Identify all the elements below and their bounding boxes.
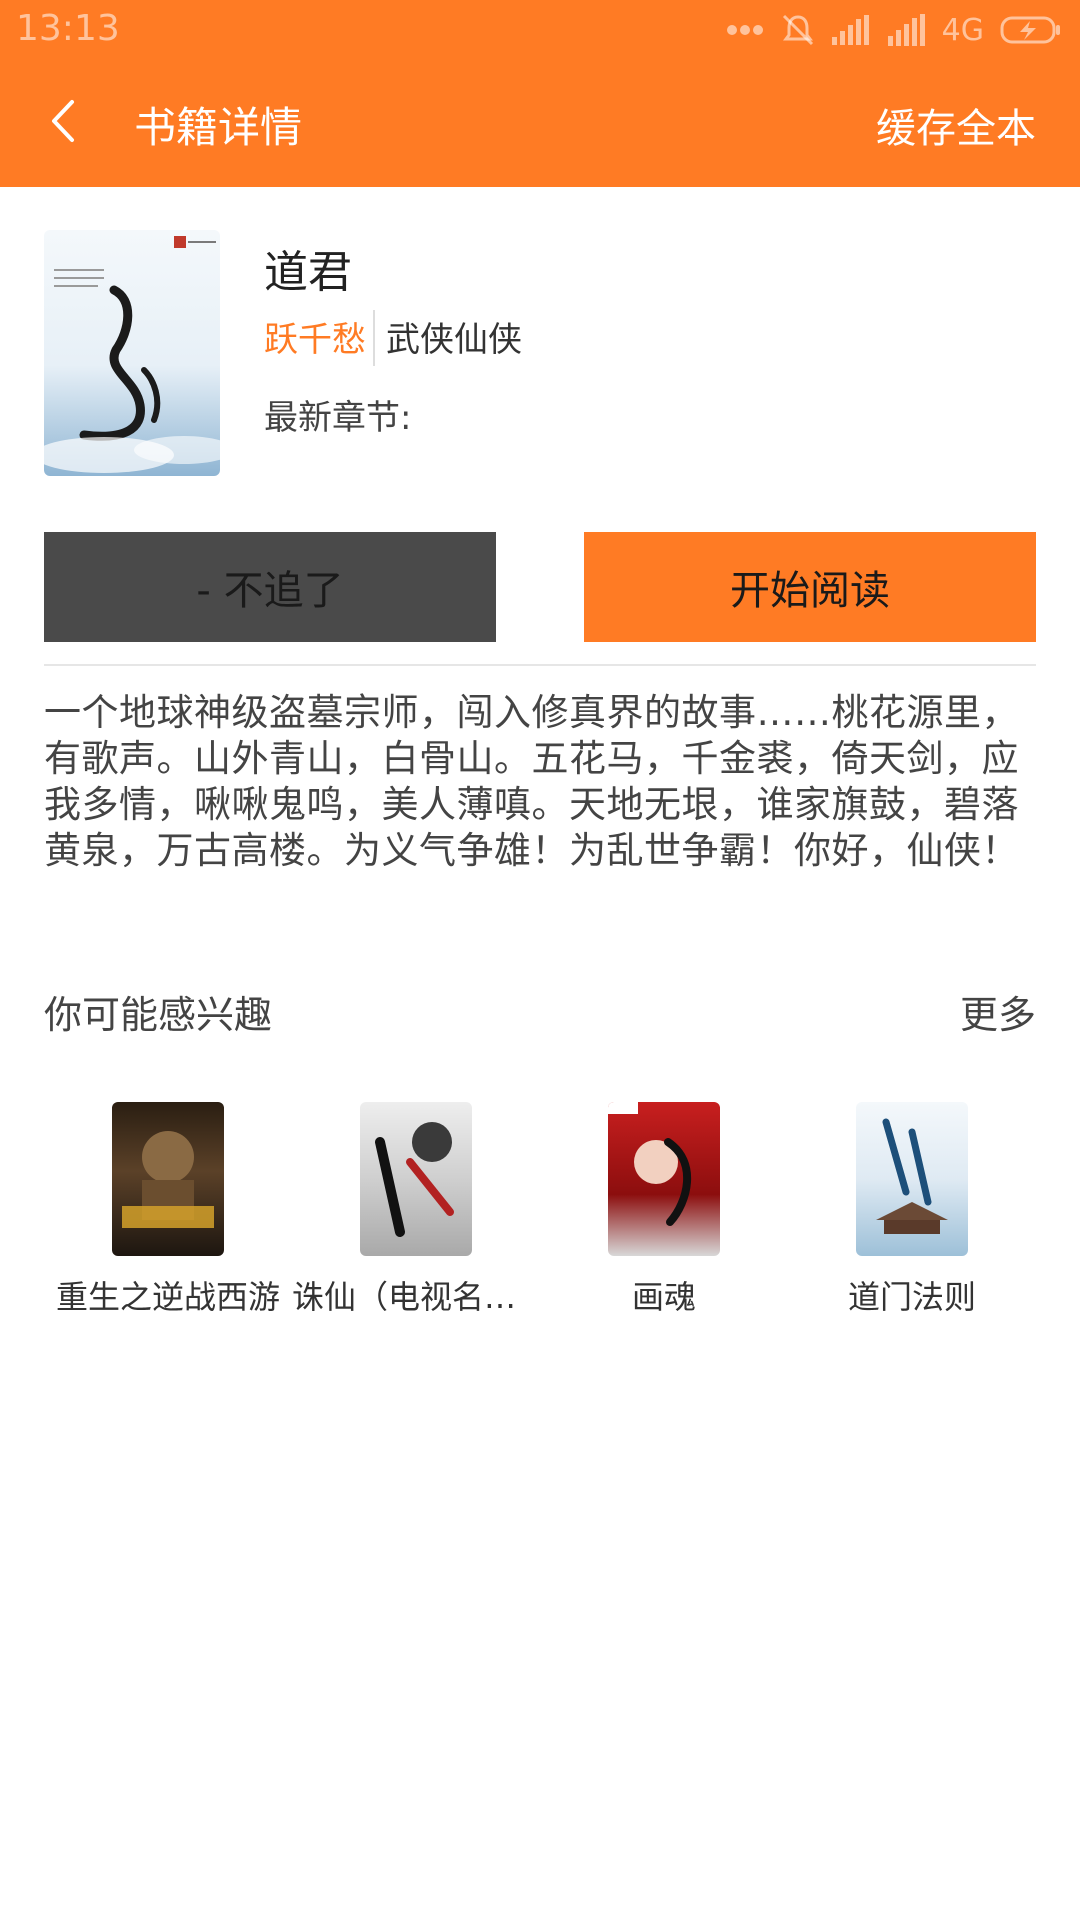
recommendation-cover: [112, 1102, 224, 1256]
unfollow-button[interactable]: - 不追了: [44, 532, 496, 642]
latest-chapter-label: 最新章节:: [264, 398, 412, 438]
recommendation-item[interactable]: 画魂: [540, 1102, 788, 1322]
app-header: 13:13 4G 书籍详情 缓存全本: [0, 0, 1080, 187]
cache-all-button[interactable]: 缓存全本: [876, 96, 1036, 154]
book-author[interactable]: 跃千愁: [264, 312, 366, 361]
section-divider: [44, 664, 1036, 666]
battery-charging-icon: [1000, 16, 1060, 44]
recommendation-name: 道门法则: [847, 1278, 976, 1316]
mute-bell-icon: [782, 14, 813, 46]
book-category: 武侠仙侠: [386, 320, 522, 360]
recommendation-name: 重生之逆战西游: [55, 1278, 280, 1316]
cover-art-3: [608, 1102, 692, 1226]
page-title: 书籍详情: [134, 103, 303, 152]
status-bar: 13:13 4G: [0, 0, 1080, 58]
recommendation-item[interactable]: 重生之逆战西游: [44, 1102, 292, 1322]
more-button[interactable]: 更多: [960, 984, 1036, 1039]
network-type: 4G: [941, 12, 984, 48]
recommendation-name: 画魂: [631, 1278, 696, 1316]
hd-signal-icon: [887, 14, 925, 46]
recommendation-name: 诛仙（电视名：…: [292, 1278, 540, 1316]
cover-art-1: [122, 1131, 214, 1228]
recommendation-cover: [856, 1102, 968, 1256]
recommendations-title: 你可能感兴趣: [44, 993, 273, 1037]
status-time: 13:13: [16, 8, 120, 49]
cover-art-2: [375, 1122, 454, 1237]
meta-divider: [373, 310, 375, 366]
recommendation-cover: [608, 1102, 720, 1256]
cover-art-4: [876, 1118, 948, 1234]
recommendation-item[interactable]: 诛仙（电视名：…: [292, 1102, 540, 1322]
book-title: 道君: [264, 247, 352, 298]
chevron-left-icon: [52, 100, 74, 142]
recommendation-item[interactable]: 道门法则: [788, 1102, 1036, 1322]
start-reading-button[interactable]: 开始阅读: [584, 532, 1036, 642]
back-button[interactable]: [44, 96, 84, 146]
recommendation-cover: [360, 1102, 472, 1256]
signal-icon: [831, 15, 869, 45]
more-dots-icon: [726, 25, 763, 35]
status-icons: 4G: [726, 10, 1062, 50]
book-cover: [44, 230, 220, 476]
recommendations-list: 重生之逆战西游 诛仙（电视名：… 画魂 道门法则: [44, 1102, 1036, 1322]
book-description: 一个地球神级盗墓宗师，闯入修真界的故事……桃花源里，有歌声。山外青山，白骨山。五…: [44, 691, 1019, 872]
book-cover-art: [44, 236, 220, 473]
